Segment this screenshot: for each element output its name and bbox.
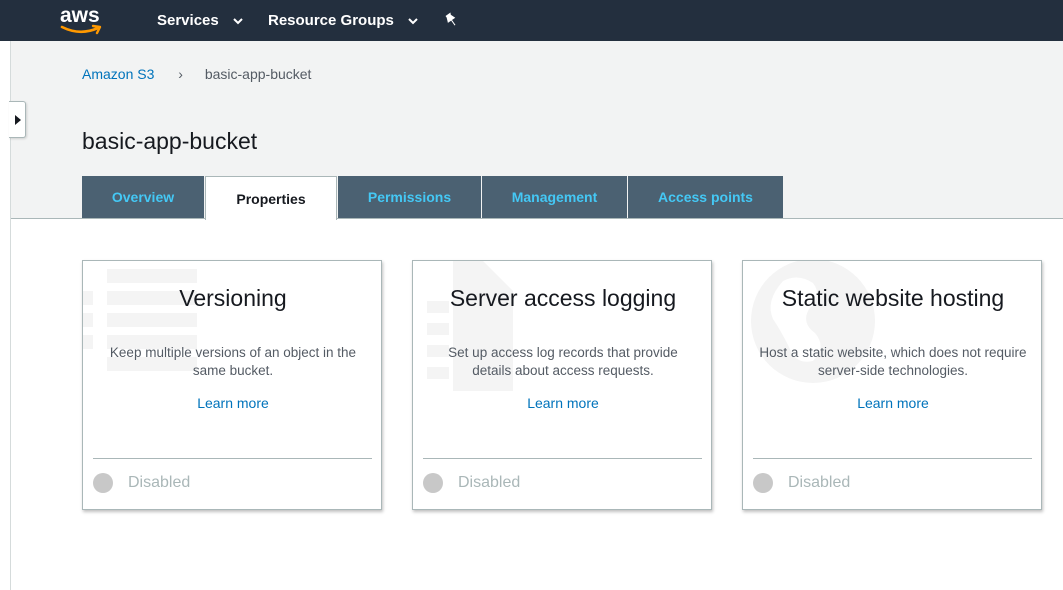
versioning-card[interactable]: Versioning Keep multiple versions of an … [82, 260, 382, 510]
services-label: Services [157, 12, 219, 29]
status-text: Disabled [458, 474, 521, 491]
breadcrumb-separator: › [178, 66, 183, 82]
tab-overview[interactable]: Overview [82, 176, 204, 218]
card-description: Set up access log records that provide d… [448, 345, 678, 378]
chevron-down-icon [233, 17, 243, 24]
breadcrumb-current: basic-app-bucket [204, 66, 312, 82]
learn-more-link[interactable]: Learn more [413, 395, 711, 411]
tab-permissions[interactable]: Permissions [338, 176, 481, 218]
learn-more-link[interactable]: Learn more [743, 395, 1041, 411]
card-divider [93, 458, 372, 459]
services-menu[interactable]: Services [157, 0, 243, 41]
aws-logo[interactable]: aws [60, 5, 104, 35]
top-navigation-bar: aws Services Resource Groups [0, 0, 1063, 41]
aws-smile-icon [60, 24, 102, 35]
status-text: Disabled [788, 474, 851, 491]
learn-more-link[interactable]: Learn more [83, 395, 381, 411]
server-access-logging-card[interactable]: Server access logging Set up access log … [412, 260, 712, 510]
card-description: Keep multiple versions of an object in t… [109, 345, 357, 378]
tab-access-points[interactable]: Access points [628, 176, 783, 218]
card-title: Server access logging [449, 285, 677, 311]
breadcrumb: Amazon S3 › basic-app-bucket [82, 66, 311, 82]
card-title: Versioning [179, 285, 287, 311]
page-title: basic-app-bucket [82, 128, 258, 154]
side-panel-toggle[interactable] [9, 101, 26, 138]
tab-properties[interactable]: Properties [205, 176, 337, 220]
tab-management[interactable]: Management [482, 176, 627, 218]
static-website-hosting-card[interactable]: Static website hosting Host a static web… [742, 260, 1042, 510]
breadcrumb-amazon-s3[interactable]: Amazon S3 [82, 66, 154, 82]
caret-right-icon [15, 115, 21, 125]
resource-groups-label: Resource Groups [268, 12, 394, 29]
card-title: Static website hosting [781, 285, 1005, 311]
resource-groups-menu[interactable]: Resource Groups [268, 0, 418, 41]
status-indicator [753, 473, 773, 493]
status-indicator [423, 473, 443, 493]
status-text: Disabled [128, 474, 191, 491]
card-divider [753, 458, 1032, 459]
status-indicator [93, 473, 113, 493]
pin-icon[interactable] [444, 12, 460, 30]
chevron-down-icon [408, 17, 418, 24]
card-description: Host a static website, which does not re… [759, 345, 1027, 378]
card-divider [423, 458, 702, 459]
